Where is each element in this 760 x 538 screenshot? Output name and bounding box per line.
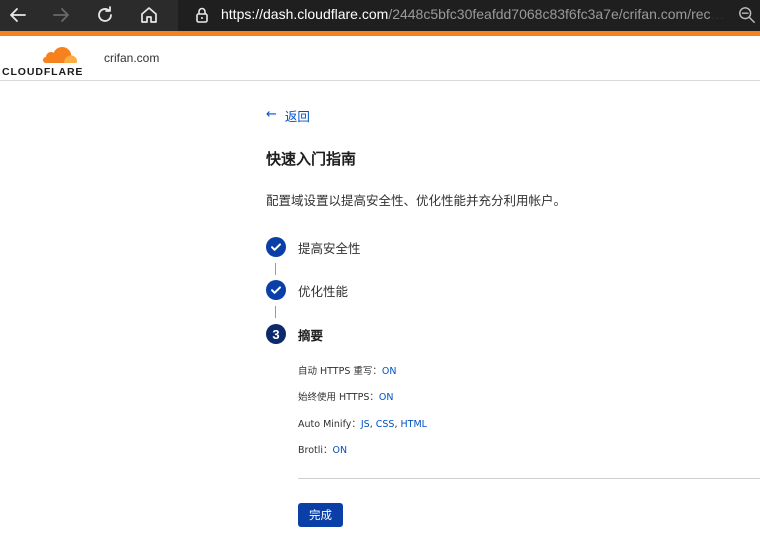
url-text: https://dash.cloudflare.com/2448c5bfc30f… xyxy=(221,6,729,22)
home-button[interactable] xyxy=(135,2,163,28)
reload-icon xyxy=(98,6,112,22)
summary-label: 始终使用 HTTPS： xyxy=(298,392,379,403)
logo-wordmark: CLOUDFLARE xyxy=(2,66,84,78)
back-nav-button[interactable] xyxy=(4,2,32,28)
summary-brotli: Brotli：ON xyxy=(298,442,347,456)
summary-value-css: CSS xyxy=(375,419,395,430)
step-performance: 优化性能 xyxy=(266,280,348,300)
browser-toolbar: https://dash.cloudflare.com/2448c5bfc30f… xyxy=(0,0,760,31)
page-title: 快速入门指南 xyxy=(266,150,357,168)
step-label: 摘要 xyxy=(298,327,324,343)
summary-https-rewrites: 自动 HTTPS 重写：ON xyxy=(298,363,396,377)
step-connector xyxy=(275,263,276,275)
summary-label: Brotli： xyxy=(298,445,333,456)
summary-value: ON xyxy=(381,366,397,377)
check-icon xyxy=(266,280,286,300)
step-number: 3 xyxy=(266,324,286,344)
step-summary: 3 摘要 xyxy=(266,324,323,344)
app-header: CLOUDFLARE crifan.com xyxy=(0,36,760,81)
back-label: 返回 xyxy=(284,109,310,124)
cloudflare-logo[interactable]: CLOUDFLARE xyxy=(2,43,82,79)
reload-button[interactable] xyxy=(91,2,119,28)
summary-label: 自动 HTTPS 重写： xyxy=(298,366,382,377)
url-host: https://dash.cloudflare.com xyxy=(221,6,389,22)
page-description: 配置域设置以提高安全性、优化性能并充分利用帐户。 xyxy=(266,193,567,208)
summary-value-html: HTML xyxy=(400,419,427,430)
address-bar[interactable]: https://dash.cloudflare.com/2448c5bfc30f… xyxy=(178,0,760,31)
arrow-right-icon xyxy=(53,8,69,22)
summary-value: ON xyxy=(378,392,394,403)
summary-label: Auto Minify： xyxy=(298,419,361,430)
back-link[interactable]: ← 返回 xyxy=(266,106,310,125)
arrow-left-icon: ← xyxy=(266,107,277,122)
check-icon xyxy=(266,237,286,257)
step-security: 提高安全性 xyxy=(266,237,361,257)
url-path: /2448c5bfc30feafdd7068c83f6fc3a7e/crifan… xyxy=(388,6,729,22)
done-button[interactable]: 完成 xyxy=(298,503,343,527)
summary-value: ON xyxy=(332,445,348,456)
summary-auto-minify: Auto Minify：JS, CSS, HTML xyxy=(298,419,427,430)
step-connector xyxy=(275,306,276,318)
lock-icon xyxy=(196,7,208,23)
arrow-left-icon xyxy=(10,8,26,22)
summary-value-js: JS xyxy=(360,419,370,430)
step-label: 优化性能 xyxy=(298,283,349,299)
zoom-icon[interactable] xyxy=(738,6,756,24)
summary-always-https: 始终使用 HTTPS：ON xyxy=(298,389,393,403)
divider xyxy=(298,478,760,479)
forward-nav-button[interactable] xyxy=(47,2,75,28)
cloud-icon xyxy=(43,47,77,63)
domain-name: crifan.com xyxy=(104,51,160,65)
home-icon xyxy=(141,7,157,23)
step-label: 提高安全性 xyxy=(298,240,361,256)
